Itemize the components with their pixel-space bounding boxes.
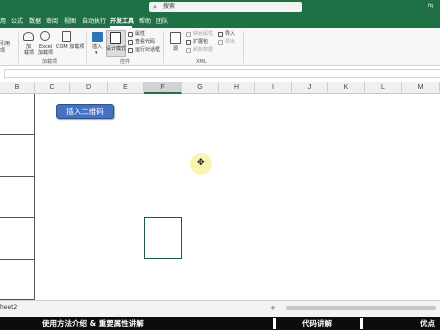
- export-icon: [218, 40, 223, 45]
- expansion-pack-icon[interactable]: [186, 40, 191, 45]
- map-properties-icon: [186, 32, 191, 37]
- column-header-j[interactable]: J: [292, 82, 328, 94]
- design-mode-icon: [110, 32, 121, 44]
- addins-button-sub: 载项: [24, 50, 35, 56]
- column-header-row: B C D E F G H I J K L M: [0, 82, 440, 94]
- ribbon-tabs: 用 公式 数据 审阅 视图 自动执行 开发工具 帮助 团队: [0, 15, 440, 28]
- caption-advantages[interactable]: 优点: [420, 319, 435, 329]
- xml-group-label: XML: [196, 59, 207, 65]
- import-icon[interactable]: [218, 32, 223, 37]
- caption-divider: [360, 318, 363, 329]
- move-cursor-icon: ✥: [197, 158, 205, 168]
- tab-automate[interactable]: 自动执行: [82, 18, 106, 25]
- tab-data[interactable]: 数据: [29, 18, 41, 25]
- ribbon-separator: [86, 31, 87, 63]
- properties-icon[interactable]: [128, 32, 133, 37]
- view-code-label[interactable]: 查看代码: [135, 39, 155, 45]
- sheet-tab[interactable]: heet2: [0, 303, 17, 313]
- expansion-pack-label[interactable]: 扩展包: [193, 39, 208, 45]
- view-code-icon[interactable]: [128, 40, 133, 45]
- ribbon: 引用 项 加 载项 Excel 加载项 COM 加载项 加载项 插入 ▾ 设计模…: [0, 28, 440, 66]
- video-caption-bar: 使用方法介绍 & 重要属性讲解 代码讲解 优点: [0, 317, 440, 330]
- run-dialog-label[interactable]: 运行对话框: [135, 47, 160, 53]
- search-box[interactable]: ⌕ 搜索: [149, 2, 302, 12]
- ribbon-separator: [163, 31, 164, 63]
- tab-formulas[interactable]: 公式: [11, 18, 23, 25]
- run-dialog-icon[interactable]: [128, 48, 133, 53]
- column-header-i[interactable]: I: [255, 82, 292, 94]
- formula-bar: [0, 66, 440, 82]
- tab-developer[interactable]: 开发工具: [110, 18, 134, 25]
- chevron-down-icon[interactable]: ▾: [95, 50, 98, 56]
- import-label[interactable]: 导入: [225, 31, 235, 37]
- column-header-b[interactable]: B: [0, 82, 35, 94]
- map-properties-label: 映射属性: [193, 31, 214, 37]
- column-header-d[interactable]: D: [70, 82, 108, 94]
- column-header-h[interactable]: H: [219, 82, 255, 94]
- com-addins-label[interactable]: COM 加载项: [56, 44, 84, 50]
- xml-source-label[interactable]: 源: [173, 46, 178, 52]
- refresh-data-label: 刷新数据: [193, 47, 214, 53]
- references-label[interactable]: 引用: [0, 41, 10, 47]
- sheet-tab-bar: heet2 +: [0, 300, 440, 317]
- caption-code[interactable]: 代码讲解: [302, 319, 332, 329]
- ribbon-separator: [243, 31, 244, 63]
- export-label: 导出: [225, 39, 236, 45]
- cell-border: [0, 134, 35, 135]
- cell-border: [0, 176, 35, 177]
- tab-review[interactable]: 审阅: [46, 18, 58, 25]
- controls-group-label: 控件: [120, 59, 131, 65]
- insert-qr-code-button[interactable]: 插入二维码: [56, 104, 114, 119]
- cell-border: [0, 217, 35, 218]
- formula-input[interactable]: [4, 69, 440, 78]
- gear-icon[interactable]: [40, 31, 50, 41]
- column-header-g[interactable]: G: [182, 82, 219, 94]
- excel-addins-sub: 加载项: [38, 50, 54, 56]
- search-placeholder: 搜索: [163, 3, 176, 10]
- tab-help[interactable]: 帮助: [139, 18, 151, 25]
- rectangle-shape[interactable]: [144, 217, 182, 259]
- horizontal-scrollbar[interactable]: [286, 306, 436, 310]
- addins-icon[interactable]: [23, 32, 34, 41]
- ribbon-separator: [18, 31, 19, 63]
- user-initials[interactable]: fq: [428, 3, 433, 9]
- tab-team[interactable]: 团队: [156, 18, 168, 25]
- column-header-k[interactable]: K: [328, 82, 365, 94]
- column-header-l[interactable]: L: [365, 82, 402, 94]
- design-mode-label: 设计模式: [106, 46, 127, 52]
- caption-usage[interactable]: 使用方法介绍 & 重要属性讲解: [42, 319, 144, 329]
- column-header-f[interactable]: F: [144, 82, 182, 94]
- cell-border: [34, 94, 35, 300]
- xml-source-icon[interactable]: [170, 32, 181, 44]
- worksheet-grid[interactable]: [0, 94, 440, 317]
- column-header-c[interactable]: C: [35, 82, 70, 94]
- com-addins-icon[interactable]: [62, 31, 71, 42]
- tab-view[interactable]: 视图: [64, 18, 76, 25]
- add-sheet-icon[interactable]: +: [270, 303, 276, 313]
- refresh-data-icon: [186, 48, 191, 53]
- tab-home[interactable]: 用: [0, 18, 6, 25]
- cell-border: [0, 259, 35, 260]
- references-sub-label: 项: [0, 48, 6, 54]
- column-header-e[interactable]: E: [108, 82, 144, 94]
- title-bar: ⌕ 搜索 fq: [0, 0, 440, 15]
- insert-control-icon[interactable]: [92, 32, 103, 42]
- properties-label[interactable]: 属性: [135, 31, 145, 37]
- caption-divider: [273, 318, 276, 329]
- search-icon: ⌕: [153, 3, 157, 11]
- addins-group-label: 加载项: [42, 59, 58, 65]
- column-header-m[interactable]: M: [402, 82, 440, 94]
